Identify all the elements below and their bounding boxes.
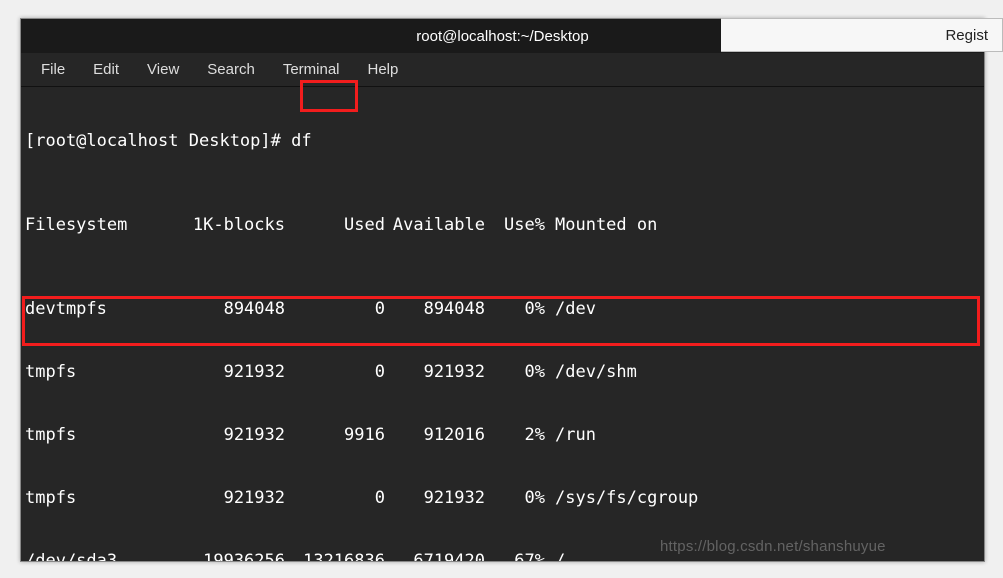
watermark: https://blog.csdn.net/shanshuyue — [660, 538, 886, 555]
hdr-used: Used — [285, 215, 385, 236]
command: df — [291, 131, 311, 151]
df-header-row: Filesystem1K-blocksUsedAvailableUse%Moun… — [25, 215, 980, 236]
hdr-filesystem: Filesystem — [25, 215, 165, 236]
background-tab[interactable]: Regist — [721, 18, 1003, 52]
table-row: tmpfs92193299169120162%/run — [25, 425, 980, 446]
shell-prompt: [root@localhost Desktop]# — [25, 131, 291, 151]
hdr-available: Available — [385, 215, 485, 236]
hdr-mounted-on: Mounted on — [545, 215, 657, 236]
menu-view[interactable]: View — [135, 57, 191, 82]
table-row: tmpfs92193209219320%/sys/fs/cgroup — [25, 488, 980, 509]
menu-edit[interactable]: Edit — [81, 57, 131, 82]
hdr-use-pct: Use% — [485, 215, 545, 236]
terminal-window: root@localhost:~/Desktop File Edit View … — [20, 18, 985, 562]
menu-terminal[interactable]: Terminal — [271, 57, 352, 82]
window-title: root@localhost:~/Desktop — [416, 28, 588, 45]
menu-help[interactable]: Help — [356, 57, 411, 82]
menu-file[interactable]: File — [29, 57, 77, 82]
table-row: tmpfs92193209219320%/dev/shm — [25, 362, 980, 383]
table-row: devtmpfs89404808940480%/dev — [25, 299, 980, 320]
menu-search[interactable]: Search — [195, 57, 267, 82]
terminal-output[interactable]: [root@localhost Desktop]# df Filesystem1… — [21, 87, 984, 561]
background-tab-label: Regist — [945, 27, 988, 44]
hdr-blocks: 1K-blocks — [165, 215, 285, 236]
menu-bar: File Edit View Search Terminal Help — [21, 53, 984, 87]
prompt-line: [root@localhost Desktop]# df — [25, 131, 980, 152]
